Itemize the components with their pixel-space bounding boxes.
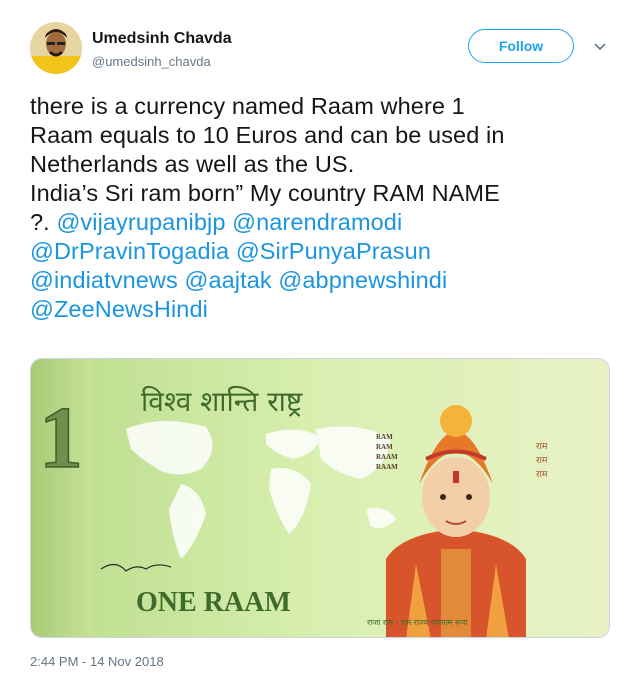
avatar[interactable] xyxy=(30,22,82,74)
mention-link[interactable]: @aajtak xyxy=(185,267,272,293)
note-left-label: RAM xyxy=(376,433,393,441)
tweet-text-segment: ?. xyxy=(30,209,57,235)
tweet-text-segment xyxy=(178,267,185,293)
chevron-down-icon[interactable] xyxy=(592,38,608,54)
note-right-column: राम राम राम xyxy=(536,442,548,480)
note-denomination: ONE RAAM xyxy=(136,587,291,618)
note-left-label: RAAM xyxy=(376,463,398,471)
banknote-image: 1 विश्व शान्ति राष्ट्र RAM RAM RAAM RAAM रा… xyxy=(31,359,609,637)
mention-link[interactable]: @SirPunyaPrasun xyxy=(236,238,431,264)
tweet-text-segment: there is a currency named Raam where 1 xyxy=(30,93,465,119)
note-left-label: RAAM xyxy=(376,453,398,461)
note-bottom-script: राजा राम - राम राज्य परमात्म रूपा xyxy=(367,618,469,627)
note-right-label: राम xyxy=(536,470,548,480)
mention-link[interactable]: @abpnewshindi xyxy=(278,267,447,293)
note-left-label: RAM xyxy=(376,443,393,451)
note-numeral: 1 xyxy=(39,390,83,487)
mention-link[interactable]: @DrPravinTogadia xyxy=(30,238,229,264)
user-name[interactable]: Umedsinh Chavda xyxy=(92,30,232,48)
tweet-line: India’s Sri ram born” My country RAM NAM… xyxy=(30,179,620,208)
mention-link[interactable]: @indiatvnews xyxy=(30,267,178,293)
tweet-line: @indiatvnews @aajtak @abpnewshindi xyxy=(30,266,620,295)
tweet-text-segment: Netherlands as well as the US. xyxy=(30,151,355,177)
tweet-line: @DrPravinTogadia @SirPunyaPrasun xyxy=(30,237,620,266)
tweet-line: there is a currency named Raam where 1 xyxy=(30,92,620,121)
note-top-script: विश्व शान्ति राष्ट्र xyxy=(141,385,303,418)
user-handle[interactable]: @umedsinh_chavda xyxy=(92,54,211,69)
mention-link[interactable]: @ZeeNewsHindi xyxy=(30,296,208,322)
note-right-label: राम xyxy=(536,456,548,466)
tweet-header: Umedsinh Chavda @umedsinh_chavda Follow xyxy=(30,22,620,78)
tweet-text: there is a currency named Raam where 1 Ra… xyxy=(30,92,620,324)
tweet-text-segment: India’s Sri ram born” My country RAM NAM… xyxy=(30,180,500,206)
tweet-line: @ZeeNewsHindi xyxy=(30,295,620,324)
tweet-line: Raam equals to 10 Euros and can be used … xyxy=(30,121,620,150)
tweet-timestamp[interactable]: 2:44 PM - 14 Nov 2018 xyxy=(30,654,164,669)
note-right-label: राम xyxy=(536,442,548,452)
mention-link[interactable]: @narendramodi xyxy=(232,209,402,235)
tweet-text-segment: Raam equals to 10 Euros and can be used … xyxy=(30,122,505,148)
tweet-line: ?. @vijayrupanibjp @narendramodi xyxy=(30,208,620,237)
tweet-line: Netherlands as well as the US. xyxy=(30,150,620,179)
tweet-photo[interactable]: 1 विश्व शान्ति राष्ट्र RAM RAM RAAM RAAM रा… xyxy=(30,358,610,638)
mention-link[interactable]: @vijayrupanibjp xyxy=(56,209,225,235)
follow-button[interactable]: Follow xyxy=(468,29,574,63)
tweet-text-segment xyxy=(229,238,236,264)
